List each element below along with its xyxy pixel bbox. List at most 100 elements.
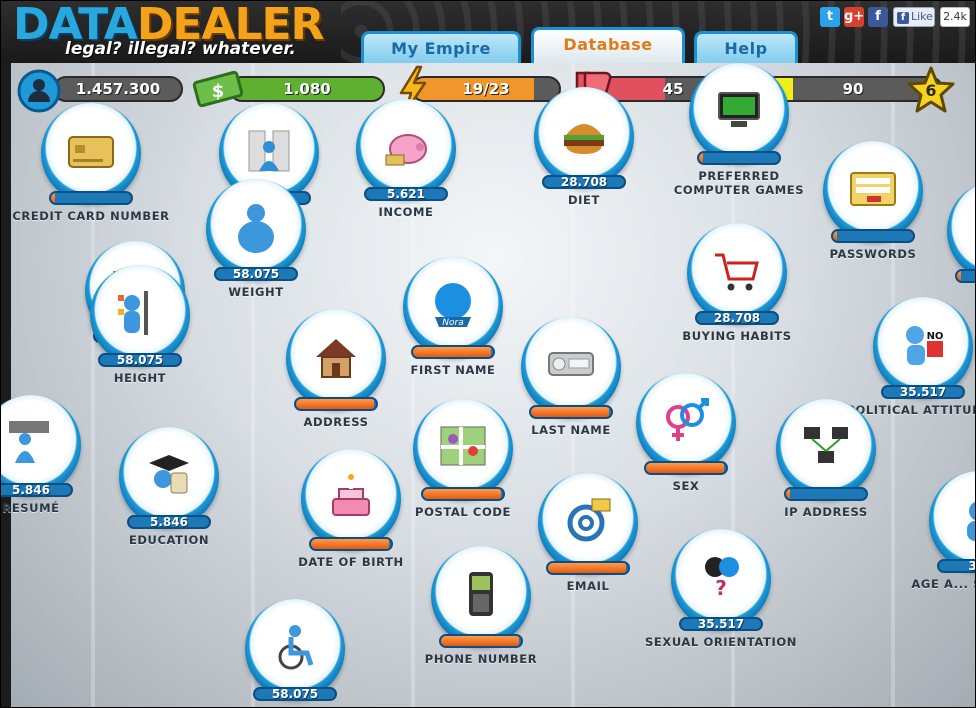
data-item-progress-bar [439, 634, 523, 648]
data-item-label: Last Name [531, 423, 611, 437]
shopping-cart-icon [711, 245, 763, 297]
data-item-label: IP Address [784, 505, 868, 519]
data-item-label: Height [113, 371, 167, 385]
data-item-progress-bar [546, 561, 630, 575]
data-item-bubble: NO [873, 297, 973, 397]
house-icon [310, 331, 362, 383]
data-item-political-attitudes[interactable]: NO35.517Political Attitudes [846, 297, 975, 427]
data-item-health[interactable]: 58.075 [245, 599, 345, 707]
tab-my-empire[interactable]: My Empire [361, 31, 521, 65]
data-item-progress-fill [786, 489, 790, 499]
data-item-label: Sexual Orientation [645, 635, 797, 649]
data-item-age-sexual[interactable]: 35. Age a... Sexual ... [911, 471, 975, 601]
body-weight-icon [230, 201, 282, 253]
gender-symbols-icon [660, 395, 712, 447]
data-item-count: 5.846 [150, 515, 188, 529]
tab-database[interactable]: Database [531, 27, 685, 65]
users-stat-bar: 1.457.300 [53, 76, 183, 102]
data-item-count: 5.846 [12, 483, 50, 497]
tab-help[interactable]: Help [694, 31, 798, 65]
data-item-label: Phone Number [424, 652, 538, 666]
data-item-label: Education [128, 533, 210, 547]
facebook-like-button[interactable]: f Like [893, 7, 935, 27]
data-item-bubble [431, 546, 531, 646]
data-item-progress-fill [646, 463, 724, 473]
data-item-label: Credit Card Number [12, 209, 170, 223]
data-item-progress-bar [294, 397, 378, 411]
data-item-credit-card[interactable]: Credit Card Number [12, 103, 169, 233]
money-amount: 1.080 [283, 80, 331, 98]
tagline: legal? illegal? whatever. [65, 39, 296, 59]
facebook-icon[interactable]: f [868, 7, 888, 27]
data-item-address[interactable]: Address [286, 309, 386, 439]
data-item-count: 5.621 [387, 187, 425, 201]
data-item-bubble [301, 449, 401, 549]
data-item-bubble: Nora [403, 257, 503, 357]
data-item-progress-fill [833, 231, 837, 241]
data-item-progress-fill [548, 563, 626, 573]
resume-worker-icon [5, 417, 57, 469]
data-item-phone-number[interactable]: Phone Number [425, 546, 537, 676]
data-item-bubble [413, 399, 513, 499]
data-item-count: 35.517 [697, 617, 745, 631]
game-window: DATADEALER legal? illegal? whatever. My … [0, 0, 976, 708]
data-item-bubble [521, 317, 621, 417]
data-item-progress-fill [311, 539, 389, 549]
data-item-sex[interactable]: Sex [636, 373, 736, 503]
data-item-progress-bar [529, 405, 613, 419]
data-item-weight[interactable]: 58.075 Weight [206, 179, 306, 309]
svg-text:?: ? [715, 576, 727, 600]
network-icon [800, 421, 852, 473]
piggy-bank-icon [380, 121, 432, 173]
data-item-height[interactable]: 58.075 Height [90, 265, 190, 395]
data-item-bubble [286, 309, 386, 409]
unknown-icon [971, 203, 975, 255]
data-item-education[interactable]: 5.846 Education [119, 427, 219, 557]
data-item-computer-games[interactable]: Preferred Computer Games [674, 63, 804, 197]
data-item-re-edge[interactable]: Re [947, 181, 975, 311]
data-item-date-of-birth[interactable]: Date of Birth [298, 449, 403, 579]
data-item-label: Email [566, 579, 610, 593]
data-item-label: Weight [228, 285, 284, 299]
data-item-passwords[interactable]: Passwords [823, 141, 923, 271]
data-item-progress-bar: 28.708 [542, 175, 626, 189]
svg-text:$: $ [212, 81, 225, 102]
data-item-progress-fill [413, 347, 491, 357]
data-item-last-name[interactable]: Last Name [521, 317, 621, 447]
data-item-buying-habits[interactable]: 28.708 Buying Habits [682, 223, 791, 353]
birthday-cake-icon [325, 471, 377, 523]
data-item-ip-address[interactable]: IP Address [776, 399, 876, 529]
data-item-bubble [534, 87, 634, 187]
google-plus-icon[interactable]: g+ [844, 7, 864, 27]
data-item-bubble [687, 223, 787, 323]
data-item-bubble [90, 265, 190, 365]
data-item-bubble [356, 99, 456, 199]
data-item-label: Diet [568, 193, 600, 207]
data-item-resume[interactable]: 5.846 Resumé [1, 395, 81, 525]
data-item-label: Resumé [2, 501, 60, 515]
map-pin-icon [437, 421, 489, 473]
data-item-income[interactable]: 5.621 Income [356, 99, 456, 229]
data-item-count: 58.075 [232, 267, 280, 281]
doorbell-nameplate-icon [545, 339, 597, 391]
data-item-first-name[interactable]: Nora First Name [403, 257, 503, 387]
data-item-progress-bar [955, 269, 975, 283]
twitter-icon[interactable]: t [820, 7, 840, 27]
data-item-bubble [538, 473, 638, 573]
data-item-progress-bar: 35.517 [881, 385, 965, 399]
data-item-email[interactable]: Email [538, 473, 638, 603]
data-item-progress-bar [309, 537, 393, 551]
data-item-progress-bar: 5.846 [127, 515, 211, 529]
burger-icon [558, 109, 610, 161]
svg-text:NO: NO [927, 331, 944, 342]
data-item-sexual-orientation[interactable]: ? 35.517 Sexual Orientation [645, 529, 796, 659]
data-item-progress-bar: 28.708 [695, 311, 779, 325]
data-item-diet[interactable]: 28.708 Diet [534, 87, 634, 217]
data-item-bubble [41, 103, 141, 203]
data-item-bubble: ? [671, 529, 771, 629]
data-item-postal-code[interactable]: Postal Code [413, 399, 513, 529]
login-form-icon [847, 163, 899, 215]
data-item-progress-fill [296, 399, 374, 409]
person-icon [953, 493, 975, 545]
data-item-progress-fill [51, 193, 55, 203]
